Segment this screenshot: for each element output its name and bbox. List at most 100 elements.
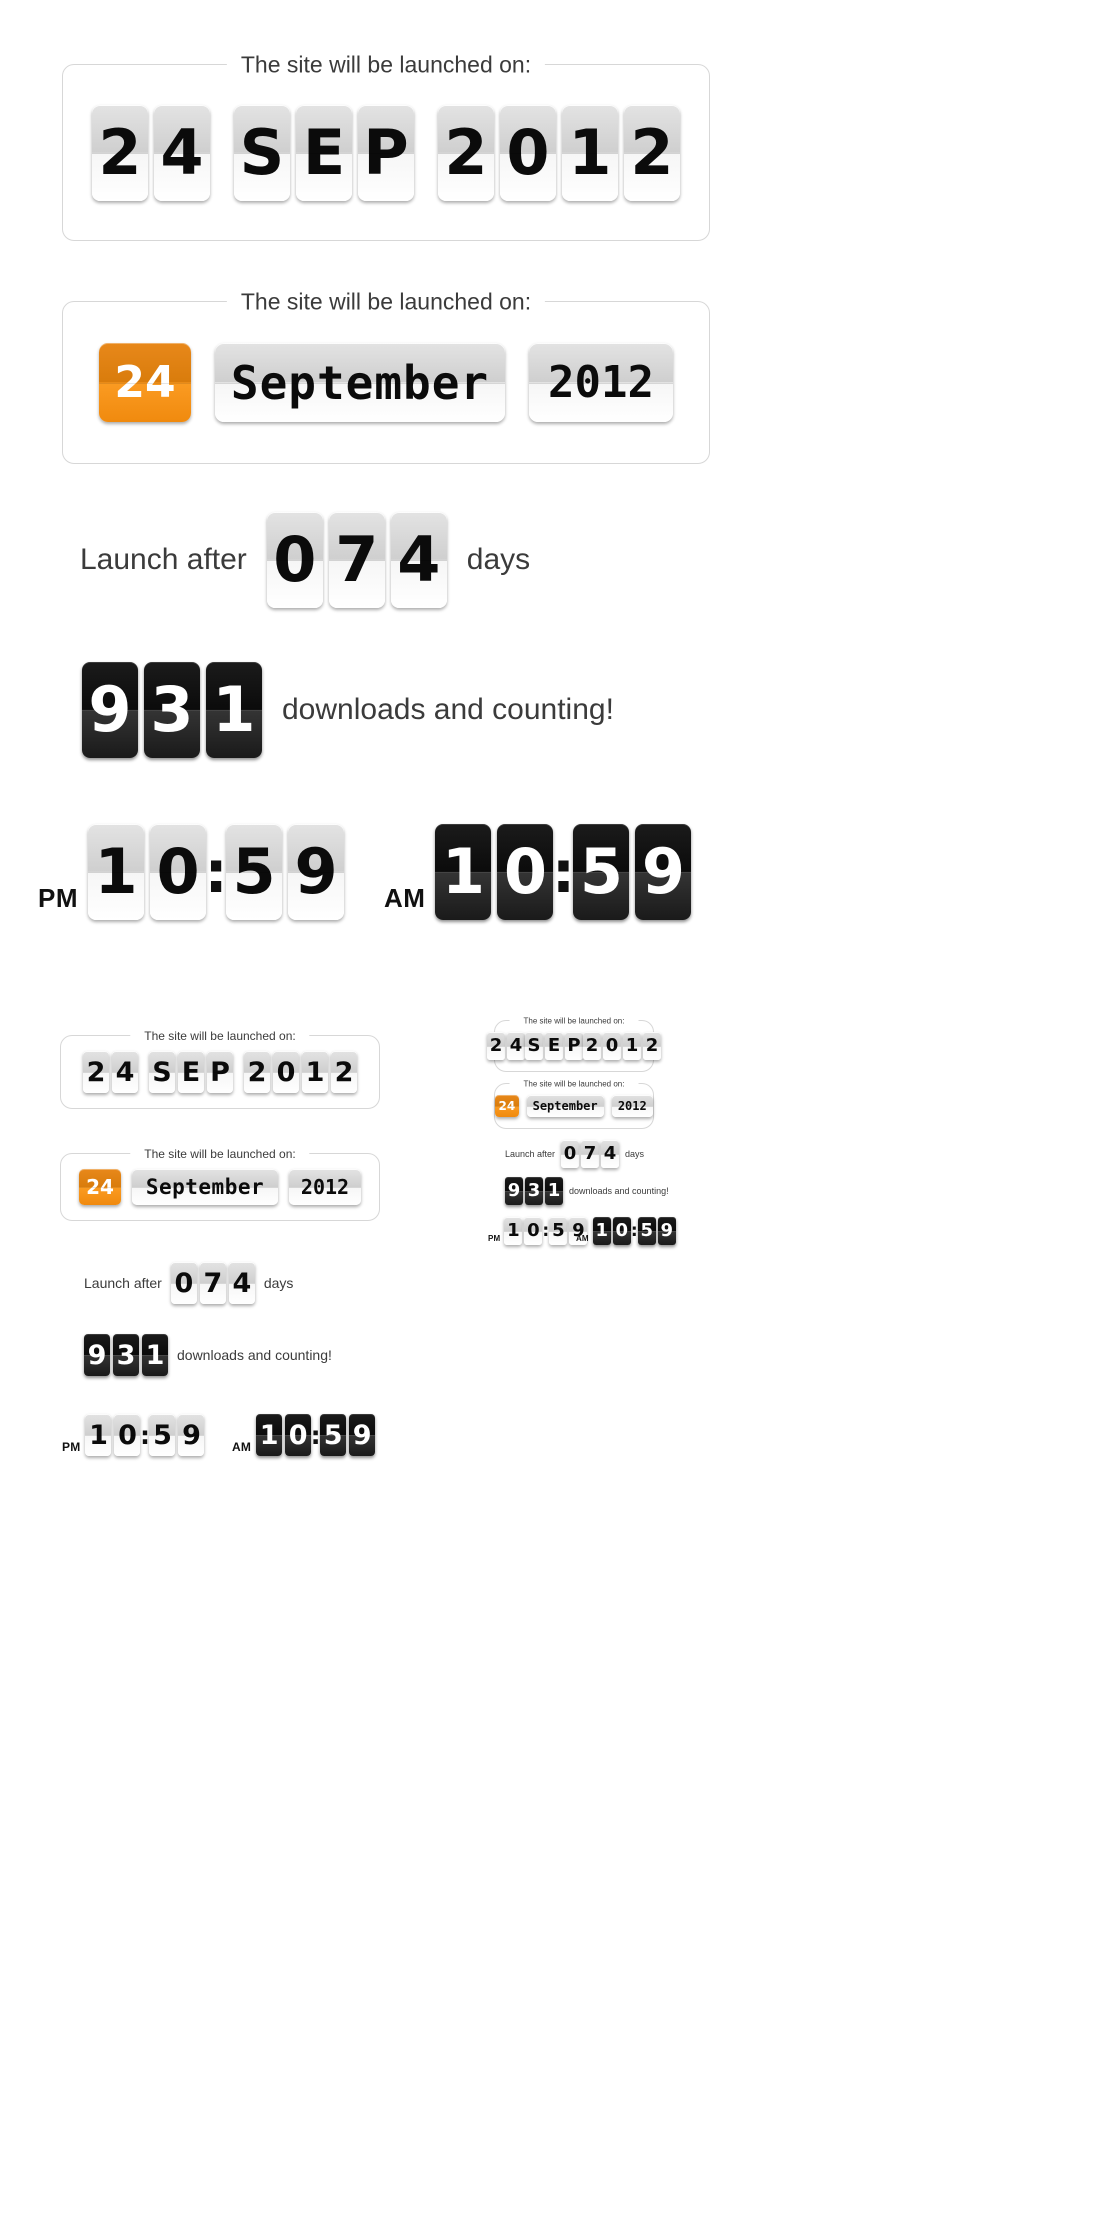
- clock-dark-widget-medium: AM 1 0 : 5 9: [232, 1414, 376, 1456]
- downloads-digit: 3: [144, 662, 200, 758]
- days-digit: 7: [581, 1140, 600, 1168]
- minute-digit: 5: [320, 1414, 347, 1456]
- year-digit: 0: [273, 1051, 299, 1093]
- month-group: S E P: [234, 104, 414, 201]
- launch-after-prefix: Launch after: [505, 1149, 556, 1159]
- date-full-widget-medium: The site will be launched on: 24 Septemb…: [60, 1147, 380, 1221]
- minute-digit: 9: [288, 824, 345, 920]
- month-group: S E P: [525, 1032, 583, 1060]
- hour-digit: 0: [285, 1414, 312, 1456]
- hour-group: 1 0: [435, 824, 554, 920]
- meridiem-label: PM: [488, 1234, 501, 1243]
- month-letter: P: [565, 1032, 583, 1060]
- downloads-digit: 1: [545, 1177, 563, 1205]
- launch-after-widget-medium: Launch after 0 7 4 days: [84, 1262, 293, 1304]
- minute-digit: 9: [635, 824, 692, 920]
- downloads-digit: 1: [142, 1334, 168, 1376]
- meridiem-label: AM: [576, 1234, 589, 1243]
- days-group: 0 7 4: [561, 1140, 620, 1168]
- date-full-widget-large: The site will be launched on: 24 Septemb…: [62, 288, 710, 464]
- year-group: 2 0 1 2: [583, 1032, 661, 1060]
- days-digit: 7: [199, 1262, 226, 1304]
- downloads-digit: 9: [82, 662, 138, 758]
- hour-digit: 0: [612, 1217, 631, 1245]
- month-letter: E: [545, 1032, 563, 1060]
- day-group: 2 4: [92, 104, 210, 201]
- hour-group: 1 0: [592, 1217, 631, 1245]
- meridiem-label: AM: [232, 1440, 252, 1454]
- downloads-group: 9 3 1: [82, 662, 262, 758]
- time-separator: :: [204, 838, 228, 906]
- days-digit: 4: [390, 512, 447, 608]
- month-letter: P: [207, 1051, 233, 1093]
- date-abbrev-widget-large: The site will be launched on: 2 4 S E P …: [62, 51, 710, 241]
- year-digit: 1: [302, 1051, 328, 1093]
- launch-after-widget-small: Launch after 0 7 4 days: [505, 1140, 644, 1168]
- widget-title: The site will be launched on:: [226, 51, 546, 79]
- hour-group: 1 0: [256, 1414, 312, 1456]
- year-digit: 2: [583, 1032, 601, 1060]
- month-letter: E: [296, 104, 352, 201]
- year-card: 2012: [611, 1095, 654, 1117]
- downloads-group: 9 3 1: [84, 1334, 168, 1376]
- year-card: 2012: [529, 343, 673, 422]
- launch-after-widget-large: Launch after 0 7 4 days: [80, 512, 530, 608]
- clock-light-widget-large: PM 1 0 : 5 9: [38, 824, 345, 920]
- day-card: 24: [79, 1169, 121, 1205]
- year-digit: 2: [438, 104, 494, 201]
- minute-digit: 9: [349, 1414, 376, 1456]
- hour-digit: 0: [497, 824, 554, 920]
- meridiem-label: PM: [62, 1440, 81, 1454]
- clock-light-widget-small: PM 1 0 : 5 9: [488, 1217, 588, 1245]
- downloads-digit: 9: [84, 1334, 110, 1376]
- month-card: September: [526, 1095, 604, 1117]
- downloads-suffix: downloads and counting!: [569, 1186, 669, 1196]
- widget-title: The site will be launched on:: [509, 1079, 639, 1089]
- year-digit: 2: [244, 1051, 270, 1093]
- days-group: 0 7 4: [266, 512, 447, 608]
- hour-digit: 1: [88, 824, 145, 920]
- day-digit: 2: [83, 1051, 109, 1093]
- launch-after-suffix: days: [263, 1275, 294, 1291]
- day-digit: 4: [507, 1032, 525, 1060]
- minute-digit: 9: [178, 1414, 205, 1456]
- day-card: 24: [99, 343, 191, 422]
- date-abbrev-widget-medium: The site will be launched on: 2 4 S E P …: [60, 1029, 380, 1109]
- day-group: 2 4: [83, 1051, 138, 1093]
- downloads-digit: 3: [113, 1334, 139, 1376]
- meridiem-label: PM: [38, 883, 79, 913]
- clock-light-widget-medium: PM 1 0 : 5 9: [62, 1414, 205, 1456]
- launch-after-suffix: days: [625, 1149, 645, 1159]
- year-card: 2012: [289, 1169, 361, 1205]
- minute-digit: 5: [149, 1414, 176, 1456]
- minute-group: 5 9: [573, 824, 692, 920]
- day-card: 24: [495, 1095, 519, 1117]
- year-group: 2 0 1 2: [244, 1051, 357, 1093]
- widget-title: The site will be launched on:: [130, 1029, 310, 1043]
- hour-digit: 1: [592, 1217, 611, 1245]
- minute-digit: 5: [637, 1217, 656, 1245]
- time-separator: :: [630, 1221, 638, 1241]
- minute-group: 5 9: [149, 1414, 205, 1456]
- minute-group: 5 9: [637, 1217, 676, 1245]
- flip-row: 2 4 S E P 2 0 1 2: [487, 1021, 661, 1071]
- hour-digit: 0: [150, 824, 207, 920]
- downloads-digit: 9: [505, 1177, 523, 1205]
- days-digit: 0: [170, 1262, 197, 1304]
- year-digit: 0: [500, 104, 556, 201]
- launch-after-prefix: Launch after: [80, 543, 247, 576]
- flip-row: 2 4 S E P 2 0 1 2: [61, 1036, 379, 1108]
- day-digit: 4: [112, 1051, 138, 1093]
- flip-row: 24 September 2012: [61, 1154, 379, 1220]
- widget-title: The site will be launched on:: [130, 1147, 310, 1161]
- minute-digit: 5: [573, 824, 630, 920]
- hour-digit: 1: [85, 1414, 112, 1456]
- days-digit: 0: [561, 1140, 580, 1168]
- days-digit: 7: [328, 512, 385, 608]
- downloads-digit: 3: [525, 1177, 543, 1205]
- year-digit: 1: [562, 104, 618, 201]
- year-group: 2 0 1 2: [438, 104, 680, 201]
- day-group: 2 4: [487, 1032, 525, 1060]
- minute-digit: 5: [549, 1217, 568, 1245]
- hour-group: 1 0: [85, 1414, 141, 1456]
